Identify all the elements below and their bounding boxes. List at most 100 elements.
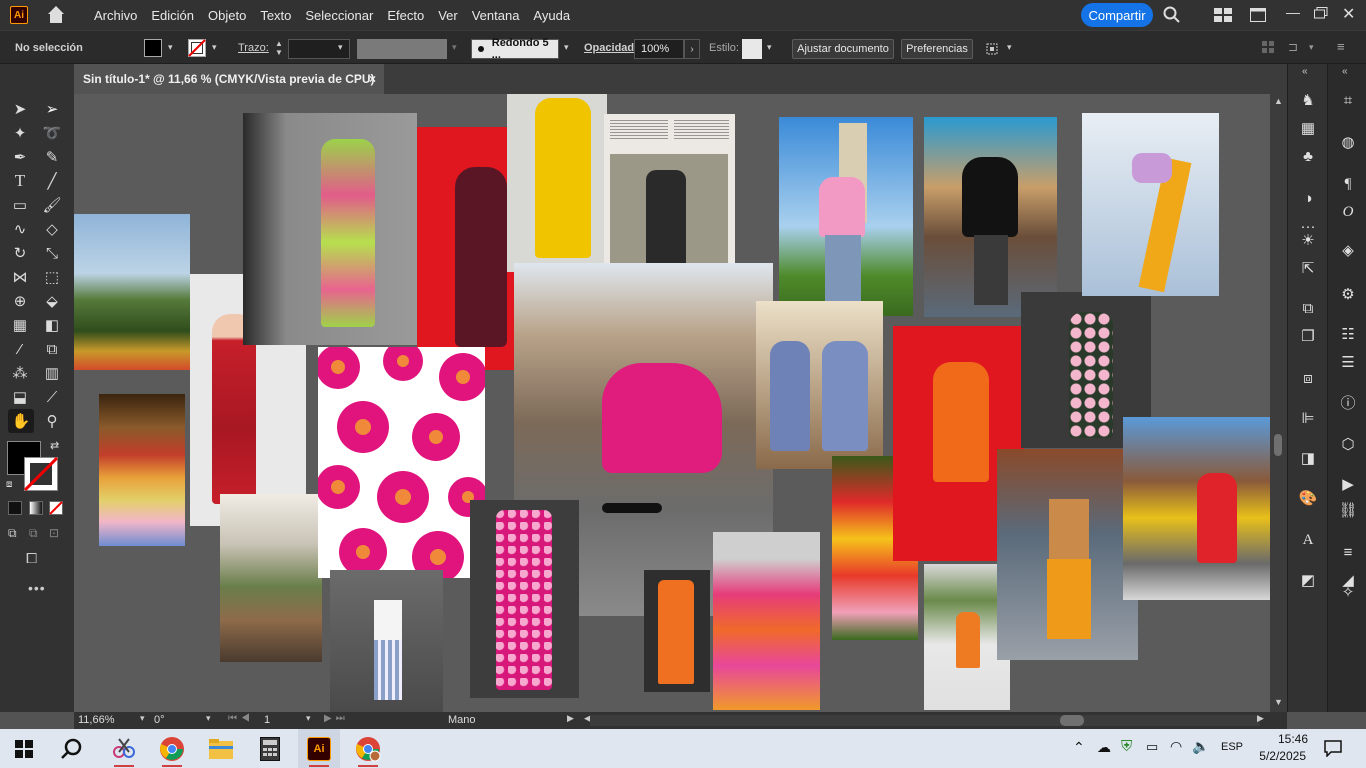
crop-icon[interactable]: ⌗ [1336, 90, 1360, 110]
arrange-icon[interactable]: ⧈ [1296, 368, 1320, 388]
symbol-sprayer-icon[interactable]: ⁂ [9, 362, 31, 384]
clock-time[interactable]: 15:46 [1258, 732, 1308, 746]
flower-market-image[interactable] [99, 394, 185, 546]
vertical-scrollbar[interactable]: ▲ ▼ [1270, 94, 1287, 712]
direct-selection-tool-icon[interactable]: ➢ [41, 98, 63, 120]
vertical-scroll-thumb[interactable] [1274, 434, 1282, 456]
share-button[interactable]: Compartir [1081, 3, 1153, 27]
preferences-button[interactable]: Preferencias [901, 39, 973, 59]
more-tools-icon[interactable]: ••• [28, 580, 46, 596]
opacity-field[interactable]: 100% [634, 39, 684, 59]
chrome-icon[interactable] [156, 733, 188, 765]
none-mode-icon[interactable] [49, 501, 63, 515]
default-colors-icon[interactable]: ⧈ [6, 479, 12, 490]
zoom-tool-icon[interactable]: ⚲ [41, 410, 63, 432]
stroke-panel-icon[interactable]: ≡ [1336, 542, 1360, 562]
artboards-icon[interactable]: ❐ [1296, 326, 1320, 346]
gradient-panel-icon[interactable]: ◨ [1296, 448, 1320, 468]
onedrive-icon[interactable]: ☁ [1097, 739, 1111, 756]
calculator-icon[interactable] [254, 733, 286, 765]
chevron-down-icon[interactable]: ▾ [140, 713, 145, 724]
green-floral-dress-image[interactable] [243, 113, 417, 345]
marimekko-pattern-image[interactable] [318, 347, 485, 578]
color-guide-icon[interactable]: ◍ [1336, 132, 1360, 152]
chevron-down-icon[interactable]: ▾ [168, 43, 176, 52]
chevron-down-icon[interactable]: ▾ [1007, 43, 1015, 52]
pink-hoodie-image[interactable] [779, 117, 913, 316]
links-chain-icon[interactable]: ⛓ [1336, 500, 1360, 520]
menu-texto[interactable]: Texto [260, 8, 291, 23]
menu-archivo[interactable]: Archivo [94, 8, 137, 23]
taskbar-search-icon[interactable] [60, 737, 84, 761]
info-icon[interactable]: ⓘ [1336, 392, 1360, 412]
settings-icon[interactable]: ⚙ [1336, 284, 1360, 304]
yellow-pants-jump-image[interactable] [1082, 113, 1219, 296]
horizontal-scrollbar[interactable] [590, 715, 1260, 726]
clock-date[interactable]: 5/2/2025 [1250, 749, 1306, 763]
puppet-warp-icon[interactable]: ♞ [1296, 90, 1320, 110]
artboard-next-last-icon[interactable]: ▶⏭ [324, 713, 349, 724]
align-icon[interactable] [1262, 41, 1274, 53]
menu-objeto[interactable]: Objeto [208, 8, 246, 23]
status-menu-icon[interactable]: ▶ [567, 713, 574, 724]
artboard-first-prev-icon[interactable]: ⏮◀ [228, 713, 254, 724]
3d-icon[interactable]: ⬡ [1336, 434, 1360, 454]
shape-builder-icon[interactable]: ⊕ [9, 290, 31, 312]
transparency-icon[interactable]: ◩ [1296, 570, 1320, 590]
artboard-tool-icon[interactable]: ⬓ [9, 386, 31, 408]
magic-wand-icon[interactable]: ✦ [9, 122, 31, 144]
restore-icon[interactable] [1314, 7, 1328, 19]
menu-efecto[interactable]: Efecto [387, 8, 424, 23]
selection-tool-icon[interactable]: ➤ [9, 98, 31, 120]
close-window-icon[interactable]: ✕ [1342, 4, 1355, 24]
width-tool-icon[interactable]: ⋈ [9, 266, 31, 288]
gradient-mode-icon[interactable] [29, 501, 43, 515]
variable-width-profile[interactable] [357, 39, 447, 59]
opentype-icon[interactable]: O [1336, 202, 1360, 222]
battery-icon[interactable]: ▭ [1146, 739, 1158, 755]
scroll-up-icon[interactable]: ▲ [1274, 96, 1283, 106]
hand-tool-icon[interactable]: ✋ [8, 409, 34, 433]
gradient-tool-icon[interactable]: ◧ [41, 314, 63, 336]
tab-document[interactable]: Sin título-1* @ 11,66 % (CMYK/Vista prev… [74, 64, 384, 94]
blue-gowns-image[interactable] [756, 301, 883, 469]
lasso-icon[interactable]: ➰ [41, 122, 63, 144]
file-explorer-icon[interactable] [205, 733, 237, 765]
chevron-down-icon[interactable]: ▾ [206, 713, 211, 724]
eraser-tool-icon[interactable]: ◇ [41, 218, 63, 240]
chevron-down-icon[interactable]: ▾ [212, 43, 220, 52]
stroke-swatch[interactable] [188, 39, 206, 57]
graphic-style-swatch[interactable] [742, 39, 762, 59]
color-palette-icon[interactable]: 🎨 [1296, 488, 1320, 508]
menu-ventana[interactable]: Ventana [472, 8, 520, 23]
scroll-right-icon[interactable]: ▶ [1257, 713, 1264, 724]
storefront-image[interactable] [220, 494, 322, 662]
search-icon[interactable] [1163, 6, 1181, 24]
line-tool-icon[interactable]: ╱ [41, 170, 63, 192]
pen-tool-icon[interactable]: ✒ [9, 146, 31, 168]
windows-start-icon[interactable] [15, 740, 33, 758]
chevron-down-icon[interactable]: ▾ [452, 43, 460, 52]
align-left-icon[interactable]: ⊫ [1296, 408, 1320, 428]
arrange-documents-icon[interactable] [1250, 8, 1266, 22]
snipping-tool-icon[interactable] [108, 733, 140, 765]
mesh-tool-icon[interactable]: ▦ [9, 314, 31, 336]
scale-tool-icon[interactable]: ⤡ [41, 242, 63, 264]
notifications-icon[interactable] [1324, 739, 1342, 757]
draw-behind-icon[interactable]: ⧉ [29, 526, 38, 541]
stroke-color-swatch[interactable] [24, 457, 58, 491]
live-paint-icon[interactable]: ⬙ [41, 290, 63, 312]
links-icon[interactable]: ☰ [1336, 352, 1360, 372]
zoom-field[interactable]: 11,66% [78, 714, 142, 726]
collapse-dock-icon[interactable]: « [1342, 66, 1348, 77]
chrome-profile-icon[interactable] [352, 733, 384, 765]
paragraph-icon[interactable]: ¶ [1336, 174, 1360, 194]
volume-icon[interactable]: 🔈 [1192, 738, 1209, 755]
striped-pants-image[interactable] [330, 570, 443, 712]
defender-icon[interactable]: ⛨ [1121, 738, 1132, 755]
shaper-tool-icon[interactable]: ∿ [9, 218, 31, 240]
type-tool-icon[interactable]: T [9, 170, 31, 192]
stroke-stepper[interactable]: ▲ ▼ [272, 39, 286, 59]
menu-ver[interactable]: Ver [438, 8, 458, 23]
paintbrush-tool-icon[interactable]: 🖌 [41, 194, 63, 216]
